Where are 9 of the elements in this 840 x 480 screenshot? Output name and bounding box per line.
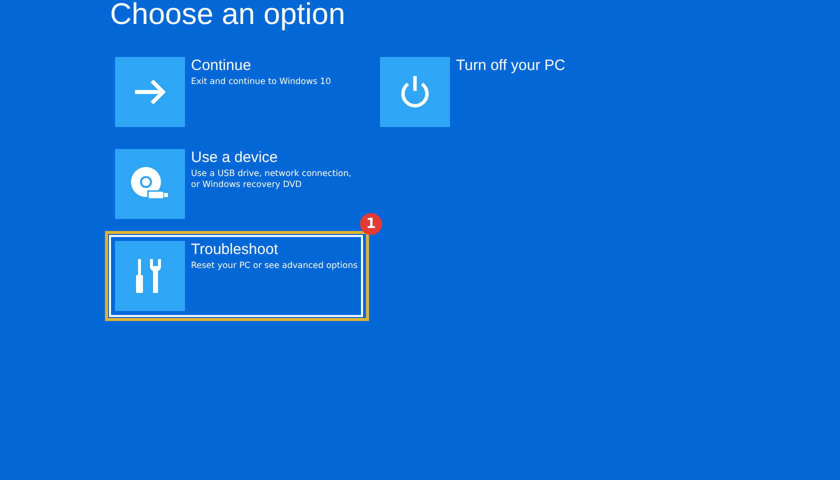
step-badge: 1 <box>360 213 382 235</box>
option-button[interactable]: Continue Exit and continue to Windows 10 <box>109 51 363 133</box>
power-icon <box>399 75 431 109</box>
page-title: Choose an option <box>110 0 346 33</box>
option-button[interactable]: Troubleshoot Reset your PC or see advanced options <box>109 235 363 317</box>
arrow-icon <box>133 79 167 105</box>
option-button[interactable]: Turn off your PC <box>374 51 628 133</box>
option-button[interactable]: Use a device Use a USB drive, network connection, or Windows recovery DVD <box>109 143 363 225</box>
tools-icon <box>136 257 164 295</box>
